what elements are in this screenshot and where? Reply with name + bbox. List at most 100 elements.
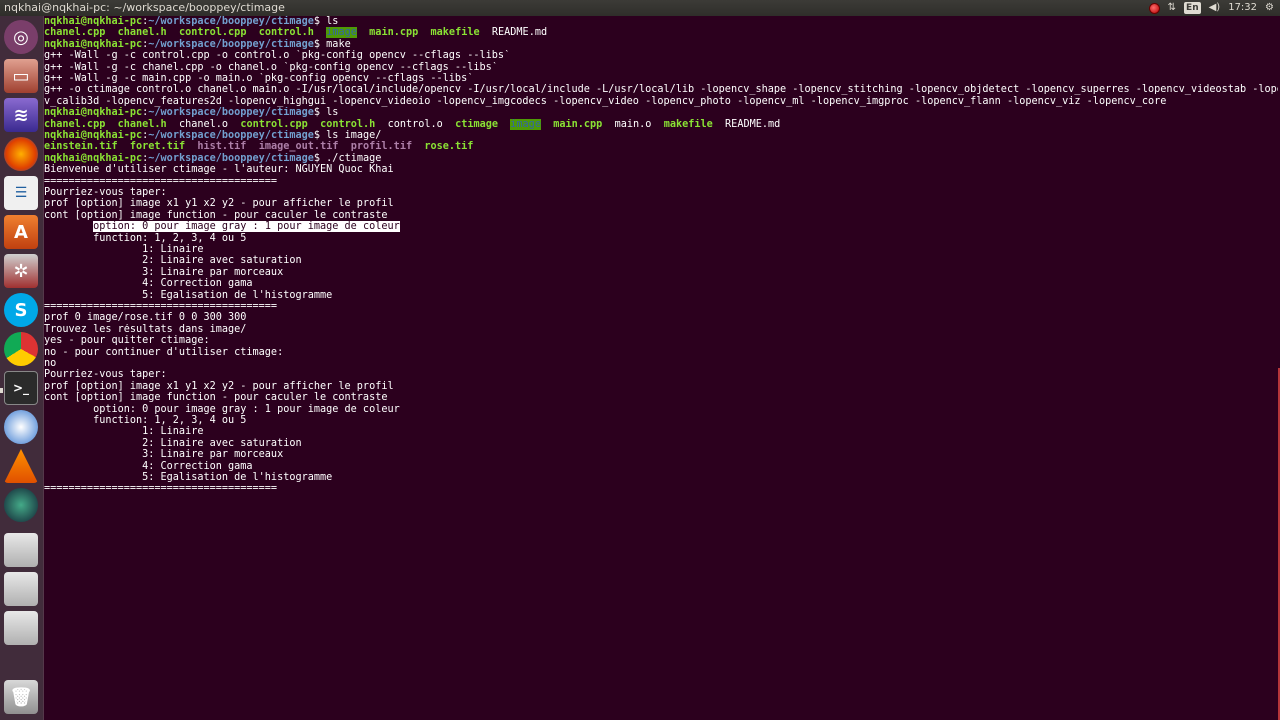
menu-f3: 3: Linaire par morceaux (44, 266, 284, 278)
menu-function: function: 1, 2, 3, 4 ou 5 (44, 232, 247, 244)
network-icon[interactable]: ⇅ (1168, 2, 1176, 14)
terminal-output[interactable]: nqkhai@nqkhai-pc:~/workspace/booppey/cti… (44, 16, 1280, 720)
menu-f1: 1: Linaire (44, 426, 204, 438)
file-entry: main.o (614, 118, 652, 130)
user-input: prof 0 image/rose.tif 0 0 300 300 (44, 312, 247, 324)
menu-prof: prof [option] image x1 y1 x2 y2 - pour a… (44, 198, 394, 210)
settings-gear-icon[interactable]: ⚙ (1265, 2, 1274, 14)
make-output-line: g++ -Wall -g -c chanel.cpp -o chanel.o `… (44, 61, 498, 73)
file-entry: chanel.cpp (44, 27, 106, 39)
separator: ====================================== (44, 301, 278, 312)
menu-f5: 5: Egalisation de l'histogramme (44, 472, 333, 483)
vlc-icon[interactable] (4, 449, 38, 483)
trash-icon[interactable]: 🗑 (4, 680, 38, 714)
file-entry: README.md (725, 118, 781, 130)
software-center-icon[interactable]: A (4, 215, 38, 249)
file-entry: control.cpp (178, 27, 247, 39)
menu-f1: 1: Linaire (44, 244, 204, 255)
file-entry: README.md (491, 27, 548, 39)
prompt-dollar: $ (313, 152, 327, 164)
menu-option-selected: option: 0 pour image gray : 1 pour image… (44, 221, 1278, 233)
command-text: ls image/ (326, 130, 382, 141)
prompt-line: nqkhai@nqkhai-pc:~/workspace/booppey/cti… (44, 16, 339, 27)
drive-icon-2[interactable] (4, 572, 38, 606)
ls-output: chanel.cpp chanel.h control.cpp control.… (44, 27, 1278, 39)
file-entry: einstein.tif (44, 141, 118, 153)
make-output-line: g++ -o ctimage control.o chanel.o main.o… (44, 84, 1278, 96)
window-title: nqkhai@nqkhai-pc: ~/workspace/booppey/ct… (4, 1, 285, 14)
ls-output: einstein.tif foret.tif hist.tif image_ou… (44, 141, 1278, 152)
clock[interactable]: 17:32 (1228, 2, 1257, 14)
continue-prompt: no - pour continuer d'utiliser ctimage: (44, 346, 284, 358)
file-entry: chanel.h (117, 118, 167, 130)
prompt-user: nqkhai@nqkhai-pc (44, 16, 143, 27)
file-entry: makefile (663, 118, 713, 130)
file-entry: rose.tif (424, 141, 474, 153)
settings-icon[interactable]: ✲ (4, 254, 38, 288)
prompt-dollar: $ (313, 107, 327, 119)
writer-icon[interactable]: ☰ (4, 176, 38, 210)
menu-f5: 5: Egalisation de l'histogramme (44, 289, 333, 301)
drive-icon-1[interactable] (4, 533, 38, 567)
prompt-user: nqkhai@nqkhai-pc (44, 130, 143, 141)
firefox-icon[interactable] (4, 137, 38, 171)
file-entry: main.cpp (553, 118, 603, 130)
prompt-dollar: $ (313, 38, 327, 50)
top-panel: nqkhai@nqkhai-pc: ~/workspace/booppey/ct… (0, 0, 1280, 16)
menu-cont: cont [option] image function - pour cacu… (44, 209, 388, 221)
terminal-icon[interactable]: >_ (4, 371, 38, 405)
prompt-user: nqkhai@nqkhai-pc (44, 152, 143, 164)
prompt-user: nqkhai@nqkhai-pc (44, 107, 143, 119)
user-answer: no (44, 358, 57, 369)
prompt-line: nqkhai@nqkhai-pc:~/workspace/booppey/cti… (44, 107, 339, 119)
prompt-path: ~/workspace/booppey/ctimage (148, 38, 314, 50)
menu-f4: 4: Correction gama (44, 460, 253, 472)
command-text: ls (326, 16, 339, 27)
file-entry: main.cpp (369, 27, 419, 39)
command-text: make (326, 38, 351, 50)
file-entry: image_out.tif (258, 141, 339, 153)
make-output-line: v_calib3d -lopencv_features2d -lopencv_h… (44, 95, 1167, 107)
separator: ====================================== (44, 175, 278, 187)
file-entry: control.h (258, 27, 314, 39)
quit-prompt: yes - pour quitter ctimage: (44, 335, 210, 347)
menu-f3: 3: Linaire par morceaux (44, 449, 284, 461)
keyboard-layout-indicator[interactable]: En (1184, 2, 1201, 14)
dir-entry: image (326, 27, 357, 39)
ls-output: chanel.cpp chanel.h chanel.o control.cpp… (44, 118, 1278, 130)
eclipse-icon[interactable]: ≋ (4, 98, 38, 132)
prompt-dollar: $ (313, 16, 327, 27)
volume-icon[interactable]: ◀) (1209, 2, 1221, 14)
file-entry: foret.tif (129, 141, 186, 153)
dash-icon[interactable]: ◎ (4, 20, 38, 54)
prompt-line: nqkhai@nqkhai-pc:~/workspace/booppey/cti… (44, 130, 382, 141)
files-icon[interactable]: ▭ (4, 59, 38, 93)
file-entry: profil.tif (350, 141, 413, 153)
indicator-area: ⇅ En ◀) 17:32 ⚙ (1148, 0, 1274, 16)
prompt-path: ~/workspace/booppey/ctimage (148, 107, 314, 119)
separator: ====================================== (44, 483, 278, 495)
file-entry: control.cpp (240, 118, 308, 130)
file-entry: control.h (320, 118, 376, 130)
menu-cont: cont [option] image function - pour cacu… (44, 392, 388, 404)
make-output-line: g++ -Wall -g -c main.cpp -o main.o `pkg-… (44, 73, 474, 84)
menu-f4: 4: Correction gama (44, 278, 253, 290)
file-entry: chanel.o (178, 118, 229, 130)
file-entry: control.o (387, 118, 443, 130)
welcome-text: Bienvenue d'utiliser ctimage - l'auteur:… (44, 164, 394, 176)
file-entry: chanel.h (117, 27, 167, 39)
skype-icon[interactable]: S (4, 293, 38, 327)
prompt-path: ~/workspace/booppey/ctimage (148, 130, 314, 141)
record-icon[interactable] (1148, 2, 1160, 14)
drive-icon-3[interactable] (4, 611, 38, 645)
chrome-icon[interactable] (4, 332, 38, 366)
camera-icon[interactable] (4, 488, 38, 522)
menu-title: Pourriez-vous taper: (44, 369, 167, 381)
thunderbird-icon[interactable] (4, 410, 38, 444)
prompt-path: ~/workspace/booppey/ctimage (148, 16, 314, 27)
menu-title: Pourriez-vous taper: (44, 187, 167, 198)
menu-prof: prof [option] image x1 y1 x2 y2 - pour a… (44, 380, 394, 392)
file-entry: makefile (430, 27, 480, 39)
launcher: ◎ ▭ ≋ ☰ A ✲ S >_ 🗑 (0, 16, 44, 720)
